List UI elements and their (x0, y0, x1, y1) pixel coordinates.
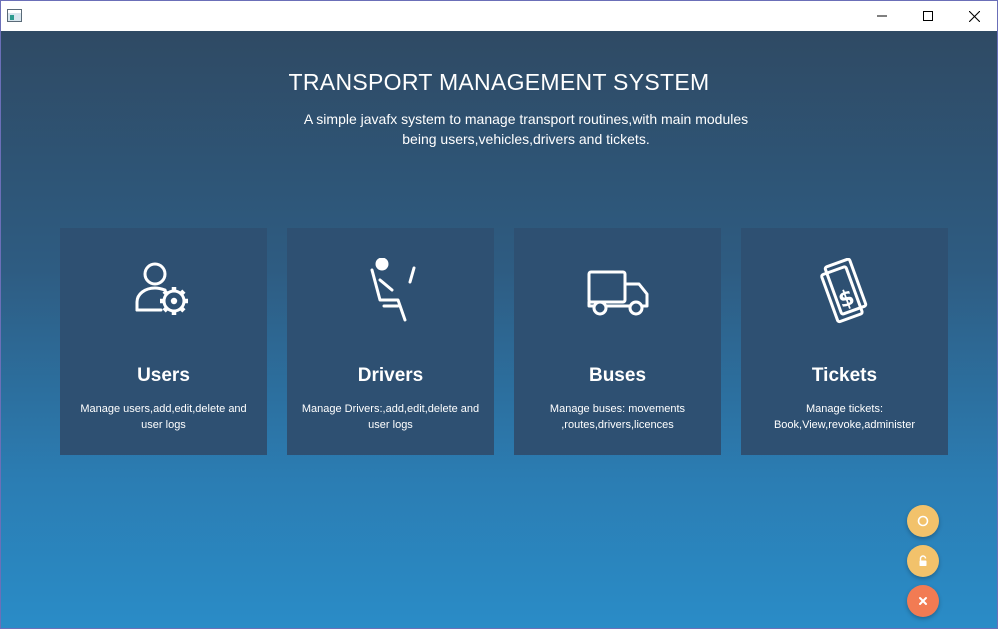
drivers-card-title: Drivers (357, 365, 424, 386)
maximize-icon (923, 11, 933, 21)
dashboard-content: TRANSPORT MANAGEMENT SYSTEM A simple jav… (1, 31, 997, 628)
page-subtitle: A simple javafx system to manage transpo… (303, 111, 749, 147)
maximize-button[interactable] (905, 1, 951, 31)
tickets-card[interactable]: $ Tickets Manage tickets: Book,View,revo… (741, 228, 948, 455)
minimize-icon (877, 15, 887, 17)
close-icon (968, 10, 980, 22)
user-gear-icon (135, 262, 188, 315)
circle-icon (917, 515, 929, 527)
refresh-fab[interactable] (907, 505, 939, 537)
buses-card-title: Buses (588, 365, 647, 386)
title-bar[interactable] (1, 1, 997, 31)
app-window-icon (7, 9, 22, 22)
tickets-card-description: Manage tickets: Book,View,revoke,adminis… (773, 403, 916, 431)
users-card-description: Manage users,add,edit,delete and user lo… (80, 403, 247, 431)
users-card[interactable]: Users Manage users,add,edit,delete and u… (60, 228, 267, 455)
app-window: TRANSPORT MANAGEMENT SYSTEM A simple jav… (0, 0, 998, 629)
tickets-card-title: Tickets (811, 365, 878, 386)
unlock-fab[interactable] (907, 545, 939, 577)
seated-driver-icon (370, 258, 415, 322)
buses-card[interactable]: Buses Manage buses: movements ,routes,dr… (514, 228, 721, 455)
dollar-tickets-icon: $ (819, 258, 867, 324)
unlock-icon (919, 555, 927, 566)
drivers-card-description: Manage Drivers:,add,edit,delete and user… (301, 403, 480, 431)
close-icon (919, 597, 927, 605)
truck-icon (587, 270, 648, 316)
page-title: TRANSPORT MANAGEMENT SYSTEM (288, 69, 710, 95)
close-fab[interactable] (907, 585, 939, 617)
buses-card-description: Manage buses: movements ,routes,drivers,… (549, 403, 686, 431)
users-card-title: Users (137, 365, 190, 386)
close-window-button[interactable] (951, 1, 997, 31)
drivers-card[interactable]: Drivers Manage Drivers:,add,edit,delete … (287, 228, 494, 455)
minimize-button[interactable] (859, 1, 905, 31)
module-cards: Users Manage users,add,edit,delete and u… (60, 228, 950, 456)
